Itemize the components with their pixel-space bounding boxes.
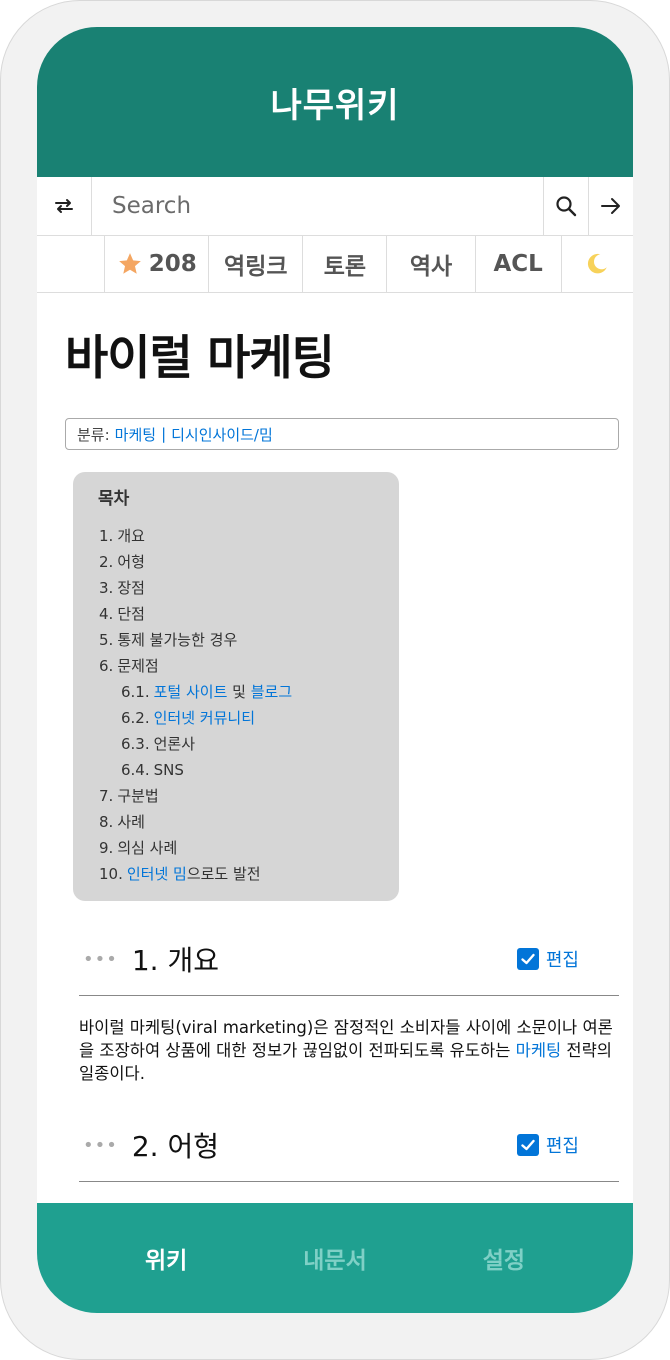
toc-text: SNS bbox=[153, 761, 184, 779]
toolbar-spacer bbox=[37, 236, 106, 292]
toc-text: 장점 bbox=[117, 579, 145, 597]
toc-item[interactable]: 6.1. 포털 사이트 및 블로그 bbox=[73, 679, 399, 705]
toc-item[interactable]: 3. 장점 bbox=[73, 575, 399, 601]
section-heading-overview: ••• 1. 개요 편집 bbox=[79, 923, 619, 996]
moon-icon bbox=[588, 253, 608, 274]
toc-link[interactable]: 인터넷 밈 bbox=[127, 865, 187, 883]
checkbox-icon bbox=[516, 1134, 539, 1156]
toc-item[interactable]: 6.3. 언론사 bbox=[73, 731, 399, 757]
star-icon bbox=[118, 253, 141, 274]
toc-item[interactable]: 6. 문제점 bbox=[73, 653, 399, 679]
random-icon bbox=[55, 199, 73, 213]
toc-num: 6.4. bbox=[121, 761, 150, 779]
category-link-marketing[interactable]: 마케팅 bbox=[115, 424, 156, 445]
toc-text: 언론사 bbox=[153, 735, 196, 753]
toc-text: 구분법 bbox=[117, 787, 159, 805]
edit-button[interactable]: 편집 bbox=[516, 1132, 579, 1158]
section-title: 1. 개요 bbox=[131, 944, 219, 977]
search-input[interactable] bbox=[92, 177, 543, 235]
toc-item[interactable]: 4. 단점 bbox=[73, 601, 399, 627]
screen: 나무위키 Search 208 역링크 토론 역사 ACL 바이럴 마케팅 분류… bbox=[37, 27, 633, 1313]
device-frame: 나무위키 Search 208 역링크 토론 역사 ACL 바이럴 마케팅 분류… bbox=[0, 0, 670, 1360]
toc-item[interactable]: 9. 의심 사례 bbox=[73, 835, 399, 861]
bottom-navigation: 위키 내문서 설정 bbox=[37, 1203, 633, 1313]
toc-num: 6.1. bbox=[121, 683, 150, 701]
edit-label: 편집 bbox=[545, 1136, 579, 1157]
category-link-dcinside[interactable]: 디시인사이드/밈 bbox=[171, 424, 273, 445]
toc-num: 6.2. bbox=[121, 709, 150, 727]
toc-text: 문제점 bbox=[117, 657, 159, 675]
toc-num: 8. bbox=[99, 813, 114, 831]
page-title: 바이럴 마케팅 bbox=[65, 331, 335, 386]
nav-wiki[interactable]: 위키 bbox=[145, 1241, 187, 1275]
dark-mode-button[interactable] bbox=[562, 236, 633, 292]
checkbox-icon bbox=[516, 948, 539, 970]
acl-button[interactable]: ACL bbox=[476, 236, 562, 292]
toc-num: 5. bbox=[99, 631, 114, 649]
search-icon bbox=[556, 196, 577, 217]
toc-text: 개요 bbox=[117, 527, 145, 545]
section-paragraph: 바이럴 마케팅(viral marketing)은 잠정적인 소비자들 사이에 … bbox=[79, 1016, 615, 1085]
search-button[interactable] bbox=[543, 177, 588, 235]
nav-my-documents[interactable]: 내문서 bbox=[303, 1241, 366, 1275]
history-button[interactable]: 역사 bbox=[387, 236, 476, 292]
star-button[interactable]: 208 bbox=[105, 236, 210, 292]
category-label: 분류: bbox=[77, 425, 110, 444]
toc-item[interactable]: 6.4. SNS bbox=[73, 757, 399, 783]
toc-item[interactable]: 10. 인터넷 밈으로도 발전 bbox=[73, 861, 399, 887]
backlinks-button[interactable]: 역링크 bbox=[209, 236, 304, 292]
discussion-button[interactable]: 토론 bbox=[303, 236, 388, 292]
category-separator: | bbox=[161, 425, 167, 443]
toc-title: 목차 bbox=[98, 489, 130, 509]
edit-label: 편집 bbox=[545, 950, 579, 971]
fold-dots-icon[interactable]: ••• bbox=[83, 949, 118, 970]
toc-num: 3. bbox=[99, 579, 114, 597]
toc-text: 사례 bbox=[117, 813, 145, 831]
section-heading-etymology: ••• 2. 어형 편집 bbox=[79, 1109, 619, 1182]
toc-item[interactable]: 2. 어형 bbox=[73, 549, 399, 575]
edit-button[interactable]: 편집 bbox=[516, 946, 579, 972]
arrow-right-icon bbox=[601, 198, 620, 214]
toc-num: 6. bbox=[99, 657, 114, 675]
app-header: 나무위키 bbox=[37, 27, 633, 177]
toc-num: 6.3. bbox=[121, 735, 150, 753]
category-box: 분류: 마케팅 | 디시인사이드/밈 bbox=[65, 418, 619, 450]
toc-link[interactable]: 블로그 bbox=[251, 683, 292, 701]
toc-num: 9. bbox=[99, 839, 114, 857]
toc-item[interactable]: 8. 사례 bbox=[73, 809, 399, 835]
toc-text: 및 bbox=[227, 683, 251, 701]
toc-text: 단점 bbox=[117, 605, 145, 623]
toc-item[interactable]: 7. 구분법 bbox=[73, 783, 399, 809]
toc-num: 2. bbox=[99, 553, 114, 571]
toc-num: 1. bbox=[99, 527, 114, 545]
toc-text: 의심 사례 bbox=[117, 839, 178, 857]
section-title: 2. 어형 bbox=[131, 1130, 219, 1163]
marketing-link[interactable]: 마케팅 bbox=[516, 1041, 562, 1060]
toc-item[interactable]: 1. 개요 bbox=[73, 523, 399, 549]
go-button[interactable] bbox=[588, 177, 633, 235]
toc-text: 어형 bbox=[117, 553, 145, 571]
toc-num: 10. bbox=[99, 865, 123, 883]
toc-item[interactable]: 6.2. 인터넷 커뮤니티 bbox=[73, 705, 399, 731]
nav-settings[interactable]: 설정 bbox=[483, 1241, 525, 1275]
table-of-contents: 목차 1. 개요 2. 어형 3. 장점 4. 단점 5. 통제 불가능한 경우 6. 문제… bbox=[73, 472, 399, 901]
toc-link[interactable]: 인터넷 커뮤니티 bbox=[154, 709, 255, 727]
toc-num: 7. bbox=[99, 787, 114, 805]
search-bar bbox=[37, 177, 633, 236]
toc-num: 4. bbox=[99, 605, 114, 623]
page-toolbar: 208 역링크 토론 역사 ACL bbox=[37, 236, 633, 293]
toc-item[interactable]: 5. 통제 불가능한 경우 bbox=[73, 627, 399, 653]
article-content: 바이럴 마케팅 분류: 마케팅 | 디시인사이드/밈 목차 1. 개요 2. 어형 … bbox=[37, 319, 633, 1182]
toc-link[interactable]: 포털 사이트 bbox=[154, 683, 228, 701]
toc-text: 으로도 발전 bbox=[186, 865, 261, 883]
fold-dots-icon[interactable]: ••• bbox=[83, 1135, 118, 1156]
star-count: 208 bbox=[148, 251, 197, 277]
app-title[interactable]: 나무위키 bbox=[270, 78, 399, 127]
toc-text: 통제 불가능한 경우 bbox=[117, 631, 238, 649]
random-button[interactable] bbox=[37, 177, 92, 235]
